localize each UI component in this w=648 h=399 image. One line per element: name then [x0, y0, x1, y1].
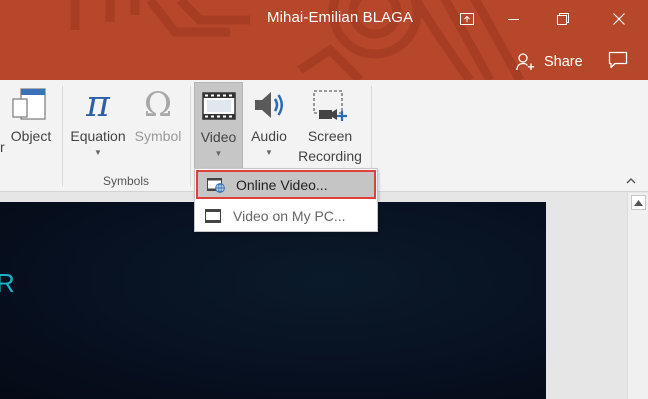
symbols-group-label: Symbols [102, 174, 149, 188]
audio-dropdown-caret[interactable]: ▼ [265, 148, 273, 158]
pi-icon: π [85, 85, 111, 125]
menu-item-video-on-my-pc[interactable]: Video on My PC... [195, 201, 377, 231]
video-dropdown-menu: Online Video... Video on My PC... [194, 168, 378, 232]
film-icon [201, 92, 236, 120]
minimize-icon [508, 19, 519, 20]
collapse-ribbon-button[interactable] [624, 174, 638, 188]
screen-recording-icon [313, 90, 347, 121]
audio-button[interactable]: Audio ▼ [246, 82, 292, 168]
video-on-my-pc-label: Video on My PC... [233, 208, 346, 224]
screen-recording-button[interactable]: Screen Recording [293, 82, 367, 168]
symbol-label: Symbol [134, 128, 182, 144]
online-video-icon [207, 177, 225, 193]
screen-recording-label-line1: Screen [307, 128, 353, 144]
equation-button[interactable]: π Equation ▼ [66, 82, 130, 168]
screen-recording-label-line2: Recording [298, 148, 362, 164]
comment-icon [608, 51, 628, 69]
chevron-up-icon [626, 178, 636, 184]
title-bar: Mihai-Emilian BLAGA Share [0, 0, 648, 80]
close-icon [613, 13, 625, 25]
equation-dropdown-caret[interactable]: ▼ [94, 148, 102, 158]
equation-label: Equation [70, 128, 126, 144]
share-label: Share [544, 54, 583, 70]
scroll-up-arrow-icon [634, 199, 643, 206]
menu-item-online-video[interactable]: Online Video... [196, 170, 376, 199]
comments-button[interactable] [608, 51, 628, 74]
close-button[interactable] [596, 6, 642, 32]
video-dropdown-caret[interactable]: ▼ [215, 149, 223, 159]
ribbon-display-options-button[interactable] [444, 6, 490, 32]
scroll-up-button[interactable] [631, 195, 646, 210]
audio-label: Audio [251, 128, 287, 144]
object-button[interactable]: Object [4, 82, 58, 168]
online-video-label: Online Video... [236, 176, 328, 193]
slide-text-fragment: R [0, 268, 15, 298]
svg-text:π: π [85, 85, 111, 125]
group-divider [62, 86, 63, 186]
video-file-icon [205, 209, 221, 223]
object-icon [12, 88, 46, 120]
restore-down-icon [557, 13, 569, 25]
vertical-scrollbar[interactable] [627, 193, 648, 399]
share-person-icon [516, 53, 535, 71]
restore-down-button[interactable] [540, 6, 586, 32]
video-button[interactable]: Video ▼ [194, 82, 243, 170]
object-label: Object [10, 128, 52, 144]
video-label: Video [200, 129, 237, 145]
minimize-button[interactable] [491, 6, 537, 32]
omega-icon: Ω [144, 85, 172, 125]
ribbon-display-options-icon [460, 13, 474, 25]
symbol-button[interactable]: Ω Symbol [130, 82, 186, 168]
user-account-name[interactable]: Mihai-Emilian BLAGA [267, 9, 413, 26]
share-button[interactable]: Share [516, 50, 583, 74]
svg-text:Ω: Ω [144, 85, 172, 125]
speaker-icon [255, 92, 283, 118]
group-divider [190, 86, 191, 186]
